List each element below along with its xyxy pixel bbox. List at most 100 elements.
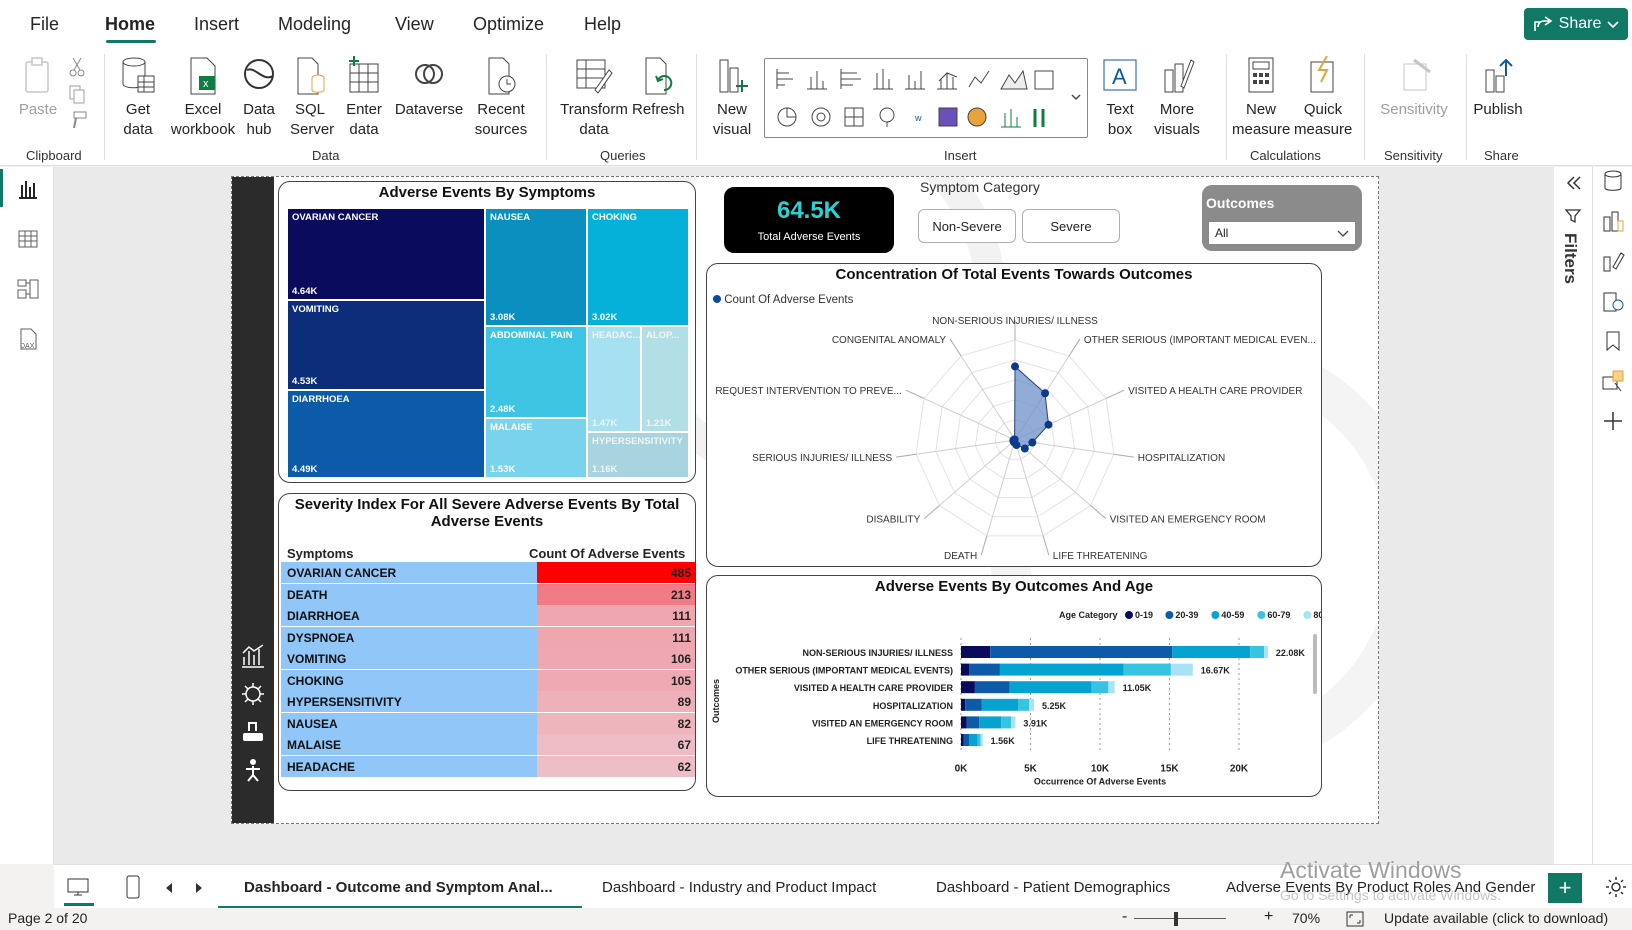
bar-segment[interactable] (961, 663, 970, 676)
data-pane-icon[interactable] (1601, 169, 1625, 193)
bar-segment[interactable] (1123, 663, 1171, 676)
bar-legend-label[interactable]: 40-59 (1221, 610, 1244, 620)
bar-segment[interactable] (1170, 663, 1193, 676)
bar-segment[interactable] (1009, 681, 1092, 694)
menu-modeling[interactable]: Modeling (278, 14, 351, 35)
virus-icon[interactable] (240, 681, 266, 707)
menu-file[interactable]: File (30, 14, 59, 35)
bar-segment[interactable] (1011, 716, 1016, 729)
bar-segment[interactable] (1108, 681, 1115, 694)
bar-segment[interactable] (990, 646, 1173, 658)
radar-point[interactable] (1028, 438, 1037, 447)
table-row[interactable]: HYPERSENSITIVITY 89 (281, 691, 695, 713)
dataverse-button[interactable]: Dataverse (394, 56, 464, 120)
page-tab-patient-demographics[interactable]: Dashboard - Patient Demographics (936, 879, 1170, 896)
analytics-icon[interactable] (240, 643, 266, 669)
bar-segment[interactable] (999, 663, 1124, 676)
medicine-icon[interactable] (240, 719, 266, 745)
fit-to-page-icon[interactable] (1346, 911, 1364, 927)
table-row[interactable]: NAUSEA 82 (281, 712, 695, 735)
treemap-cell[interactable]: ALOP... 1.21K (641, 326, 689, 432)
treemap-cell[interactable]: MALAISE 1.53K (485, 418, 587, 478)
format-visual-icon[interactable] (1601, 249, 1625, 273)
performance-icon[interactable] (1601, 289, 1625, 313)
bookmark-icon[interactable] (1601, 329, 1625, 353)
bar-segment[interactable] (1001, 716, 1012, 729)
table-row[interactable]: DEATH 213 (281, 583, 695, 606)
radar-chart-card[interactable]: Concentration Of Total Events Towards Ou… (706, 263, 1322, 567)
enter-data-button[interactable]: Enter data (344, 56, 384, 140)
paste-button[interactable]: Paste (18, 56, 58, 120)
zoom-slider-track[interactable] (1134, 918, 1226, 919)
treemap-cell[interactable]: HYPERSENSITIVITY 1.16K (587, 432, 689, 478)
treemap-cell[interactable]: VOMITING 4.53K (287, 300, 485, 390)
settings-gear-icon[interactable] (1604, 875, 1628, 899)
page-tab-industry-product[interactable]: Dashboard - Industry and Product Impact (602, 879, 876, 896)
radar-point[interactable] (1011, 362, 1019, 371)
update-available-link[interactable]: Update available (click to download) (1384, 910, 1608, 926)
table-row[interactable]: DIARRHOEA 111 (281, 605, 695, 627)
zoom-out-button[interactable]: - (1122, 908, 1127, 926)
treemap-cell[interactable]: NAUSEA 3.08K (485, 208, 587, 326)
bar-segment[interactable] (1250, 646, 1265, 658)
table-row[interactable]: CHOKING 105 (281, 669, 695, 692)
new-visual-button[interactable]: New visual (708, 56, 756, 140)
build-visual-icon[interactable] (1601, 209, 1625, 233)
menu-optimize[interactable]: Optimize (473, 14, 544, 35)
treemap-cell[interactable]: OVARIAN CANCER 4.64K (287, 208, 485, 300)
dax-query-view-icon[interactable]: DAX (16, 327, 40, 351)
text-box-button[interactable]: A Text box (1100, 56, 1140, 140)
bar-segment[interactable] (961, 681, 975, 694)
collapse-icon[interactable] (1564, 173, 1584, 193)
previous-page-icon[interactable] (166, 883, 174, 893)
add-pane-icon[interactable] (1601, 409, 1625, 433)
zoom-slider-thumb[interactable] (1174, 912, 1178, 926)
table-view-icon[interactable] (16, 227, 40, 251)
selection-icon[interactable] (1601, 369, 1625, 393)
menu-insert[interactable]: Insert (194, 14, 239, 35)
radar-point[interactable] (1020, 444, 1029, 453)
treemap-card[interactable]: Adverse Events By Symptoms OVARIAN CANCE… (278, 181, 696, 483)
next-page-icon[interactable] (194, 883, 202, 893)
bar-segment[interactable] (974, 681, 1010, 694)
excel-workbook-button[interactable]: x Excel workbook (170, 56, 236, 140)
bar-segment[interactable] (1017, 698, 1030, 711)
bar-segment[interactable] (969, 663, 1000, 676)
new-measure-button[interactable]: New measure (1232, 56, 1290, 140)
bar-segment[interactable] (980, 734, 983, 746)
slicer-option-severe[interactable]: Severe (1022, 209, 1120, 243)
menu-view[interactable]: View (395, 14, 434, 35)
table-row[interactable]: OVARIAN CANCER 485 (281, 562, 695, 584)
model-view-icon[interactable] (16, 277, 40, 301)
bar-segment[interactable] (961, 734, 964, 746)
radar-point[interactable] (1044, 420, 1053, 429)
stacked-bar-card[interactable]: Adverse Events By Outcomes And Age Age C… (706, 575, 1322, 797)
radar-point[interactable] (1010, 435, 1019, 444)
radar-point[interactable] (1041, 389, 1050, 398)
menu-home[interactable]: Home (105, 14, 155, 35)
severity-table-card[interactable]: Severity Index For All Severe Adverse Ev… (278, 493, 696, 791)
report-view-icon[interactable] (16, 177, 40, 201)
slicer-option-non-severe[interactable]: Non-Severe (918, 209, 1016, 243)
bar-segment[interactable] (969, 734, 978, 746)
bar-legend-label[interactable]: 80-100 (1313, 610, 1322, 620)
data-hub-button[interactable]: Data hub (236, 56, 282, 140)
sql-server-button[interactable]: SQL Server (290, 56, 334, 140)
bar-segment[interactable] (961, 646, 991, 658)
zoom-in-button[interactable]: + (1264, 908, 1273, 926)
bar-segment[interactable] (966, 716, 980, 729)
sensitivity-button[interactable]: Sensitivity (1376, 56, 1452, 120)
treemap-cell[interactable]: DIARRHOEA 4.49K (287, 390, 485, 478)
copy-icon[interactable] (68, 84, 86, 104)
bar-segment[interactable] (1091, 681, 1109, 694)
bar-segment[interactable] (1029, 698, 1034, 711)
more-visuals-button[interactable]: More visuals (1146, 56, 1208, 140)
recent-sources-button[interactable]: Recent sources (474, 56, 528, 140)
kpi-card[interactable]: 64.5K Total Adverse Events (724, 187, 894, 253)
desktop-layout-icon[interactable] (66, 877, 90, 897)
transform-data-button[interactable]: Transform data (560, 56, 628, 140)
column-header-count[interactable]: Count Of Adverse Events (529, 546, 685, 561)
share-button[interactable]: Share (1524, 8, 1628, 40)
filters-pane[interactable]: Filters (1554, 167, 1592, 864)
table-row[interactable]: MALAISE 67 (281, 734, 695, 756)
